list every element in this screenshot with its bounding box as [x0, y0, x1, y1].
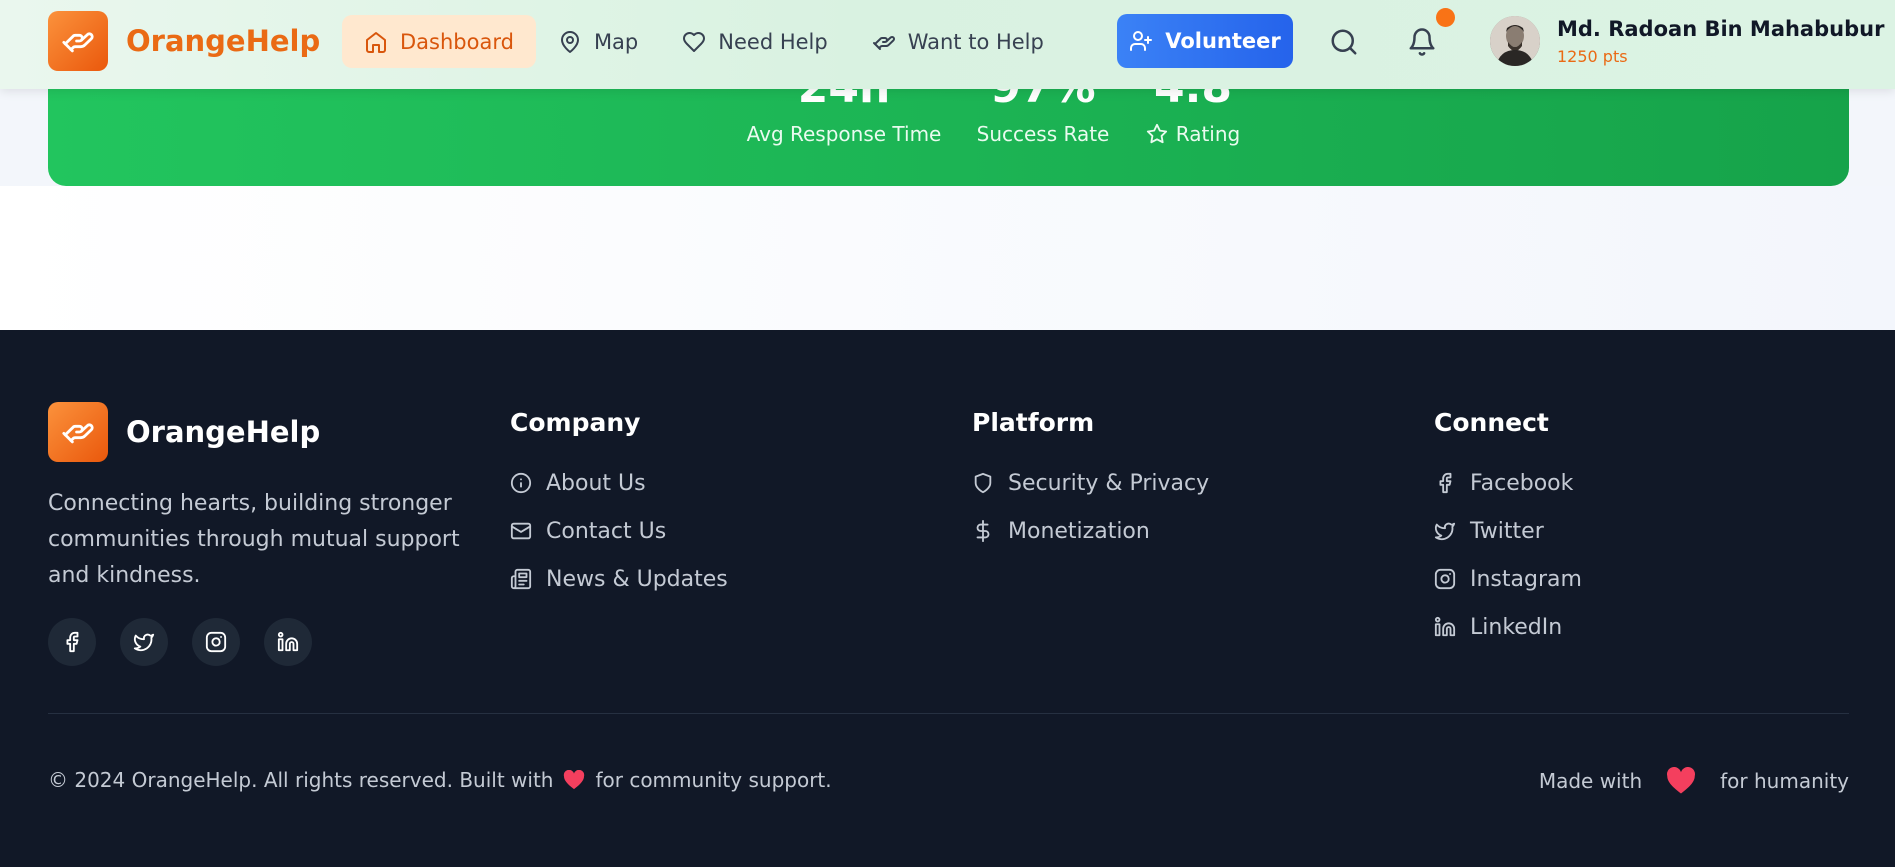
- user-plus-icon: [1130, 31, 1153, 51]
- map-pin-icon: [560, 30, 579, 53]
- shield-icon: [974, 472, 992, 494]
- footer-made-with: Made with for humanity: [1539, 767, 1849, 795]
- footer-column-company: Company About Us Contact Us News & Updat…: [510, 408, 728, 603]
- helping-hand-icon: [872, 35, 895, 50]
- footer-column-title: Platform: [972, 408, 1095, 437]
- footer-link-news-updates[interactable]: News & Updates: [510, 555, 728, 603]
- footer-link-about-us[interactable]: About Us: [510, 459, 728, 507]
- social-instagram-button[interactable]: [192, 618, 240, 666]
- social-linkedin-button[interactable]: [264, 618, 312, 666]
- helping-hand-logo-icon: [48, 402, 108, 462]
- stat-label-text: Success Rate: [976, 122, 1110, 146]
- made-with-text: Made with: [1538, 769, 1643, 793]
- footer-column-connect: Connect Facebook Twitter Instagram Linke…: [1434, 408, 1582, 651]
- star-icon: [1146, 123, 1167, 144]
- dollar-icon: [976, 520, 990, 542]
- footer-link-security-privacy[interactable]: Security & Privacy: [972, 459, 1209, 507]
- footer-column-title: Connect: [1434, 408, 1549, 437]
- footer-link-label: Monetization: [1008, 518, 1150, 544]
- mail-icon: [510, 522, 532, 540]
- footer-link-twitter[interactable]: Twitter: [1434, 507, 1582, 555]
- nav-dashboard-label: Dashboard: [400, 29, 514, 54]
- footer-link-label: Instagram: [1470, 566, 1582, 592]
- nav-want-to-help-label: Want to Help: [907, 29, 1044, 54]
- nav-need-help[interactable]: Need Help: [660, 15, 849, 68]
- facebook-icon: [66, 631, 79, 653]
- footer-social-buttons: [48, 618, 336, 666]
- footer-brand-name: OrangeHelp: [126, 415, 321, 449]
- nav-map[interactable]: Map: [536, 15, 660, 68]
- user-avatar[interactable]: [1490, 16, 1540, 66]
- main-nav: Dashboard Map Need Help Want to Help: [342, 15, 1066, 68]
- footer-link-label: About Us: [546, 470, 646, 496]
- notification-dot: [1436, 8, 1455, 27]
- volunteer-label: Volunteer: [1165, 29, 1281, 53]
- search-icon: [1331, 29, 1357, 55]
- heart-icon: [564, 770, 585, 790]
- nav-want-to-help[interactable]: Want to Help: [850, 15, 1066, 68]
- facebook-icon: [1439, 472, 1452, 494]
- footer-link-label: Contact Us: [546, 518, 667, 544]
- page-background: [0, 186, 1895, 330]
- avatar-portrait-icon: [1490, 16, 1540, 66]
- nav-dashboard[interactable]: Dashboard: [342, 15, 536, 68]
- footer-link-label: Twitter: [1470, 518, 1544, 544]
- footer-link-label: Security & Privacy: [1008, 470, 1210, 496]
- instagram-icon: [205, 631, 227, 653]
- instagram-icon: [1434, 568, 1456, 590]
- user-name: Md. Radoan Bin Mahabubur: [1557, 17, 1885, 41]
- brand-logo-link[interactable]: OrangeHelp: [48, 11, 320, 71]
- brand-name: OrangeHelp: [126, 24, 321, 58]
- social-twitter-button[interactable]: [120, 618, 168, 666]
- footer-brand[interactable]: OrangeHelp: [48, 402, 320, 462]
- footer-link-label: LinkedIn: [1470, 614, 1563, 640]
- footer-link-facebook[interactable]: Facebook: [1434, 459, 1582, 507]
- footer-copyright: © 2024 OrangeHelp. All rights reserved. …: [48, 768, 832, 792]
- nav-need-help-label: Need Help: [718, 29, 828, 54]
- search-button[interactable]: [1326, 22, 1362, 62]
- twitter-icon: [1434, 522, 1456, 541]
- heart-icon: [1667, 767, 1696, 794]
- copyright-text-start: © 2024 OrangeHelp. All rights reserved. …: [48, 768, 554, 792]
- footer-divider: [48, 713, 1849, 714]
- helping-hand-logo-icon: [48, 11, 108, 71]
- nav-map-label: Map: [593, 29, 639, 54]
- linkedin-icon: [1434, 616, 1456, 637]
- stat-label-text: Rating: [1175, 122, 1241, 146]
- notifications-button[interactable]: [1403, 20, 1441, 64]
- footer-link-label: News & Updates: [546, 566, 728, 592]
- social-facebook-button[interactable]: [48, 618, 96, 666]
- footer-link-monetization[interactable]: Monetization: [972, 507, 1209, 555]
- home-icon: [366, 31, 386, 53]
- footer-column-platform: Platform Security & Privacy Monetization: [972, 408, 1209, 555]
- stat-label-text: Avg Response Time: [746, 122, 942, 146]
- info-icon: [510, 472, 532, 494]
- volunteer-button[interactable]: Volunteer: [1117, 14, 1293, 68]
- footer-link-label: Facebook: [1470, 470, 1574, 496]
- bell-icon: [1409, 28, 1435, 56]
- footer-link-contact-us[interactable]: Contact Us: [510, 507, 728, 555]
- heart-icon: [683, 31, 706, 52]
- stat-label: Rating: [1093, 122, 1293, 146]
- footer-column-title: Company: [510, 408, 641, 437]
- copyright-text-end: for community support.: [595, 768, 832, 792]
- footer-link-instagram[interactable]: Instagram: [1434, 555, 1582, 603]
- linkedin-icon: [277, 631, 299, 652]
- footer-link-linkedin[interactable]: LinkedIn: [1434, 603, 1582, 651]
- twitter-icon: [133, 633, 155, 652]
- top-navbar: OrangeHelp Dashboard Map Need Help Want …: [0, 0, 1895, 89]
- user-points: 1250 pts: [1557, 47, 1628, 66]
- footer-tagline: Connecting hearts, building stronger com…: [48, 491, 460, 588]
- site-footer: OrangeHelp Connecting hearts, building s…: [0, 330, 1895, 867]
- newspaper-icon: [510, 568, 532, 590]
- for-humanity-text: for humanity: [1720, 769, 1849, 793]
